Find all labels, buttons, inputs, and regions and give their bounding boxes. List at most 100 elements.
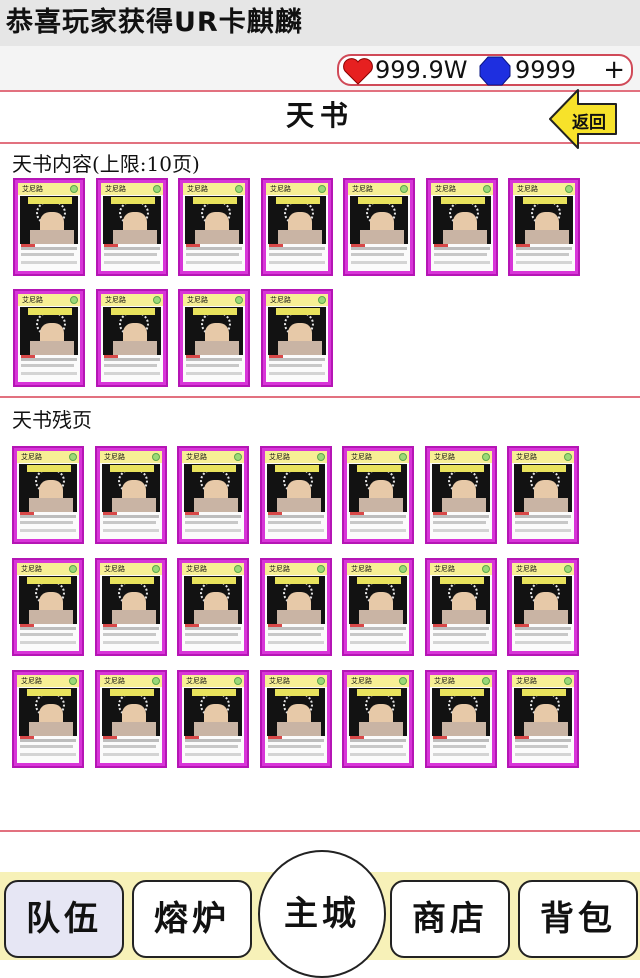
tab-bag[interactable]: 背包 [518,880,638,958]
card-desc-line [103,633,156,636]
card-banner [110,465,154,472]
card-art [349,576,407,624]
tab-shop[interactable]: 商店 [390,880,510,958]
card-stat-line [186,261,242,264]
card-art [514,576,572,624]
card-banner [358,197,402,204]
card-face: 艾尼路 [265,451,327,539]
card-stat-line [20,529,76,532]
card-stat-line [103,753,159,756]
card[interactable]: 艾尼路 [261,178,333,276]
character-robe [195,341,239,355]
card[interactable]: 艾尼路 [425,446,497,544]
card[interactable]: 艾尼路 [12,446,84,544]
element-icon [483,185,491,193]
tab-main-city[interactable]: 主城 [258,850,386,978]
card[interactable]: 艾尼路 [96,178,168,276]
card[interactable]: 艾尼路 [508,178,580,276]
card-banner [440,465,484,472]
card-banner [275,689,319,696]
card[interactable]: 艾尼路 [12,670,84,768]
card[interactable]: 艾尼路 [342,670,414,768]
card-desc-line [21,247,77,250]
card-face: 艾尼路 [347,675,409,763]
card-face: 艾尼路 [100,451,162,539]
character-robe [442,610,486,624]
card-stat-line [104,372,160,375]
card-desc-line [516,247,572,250]
tab-team[interactable]: 队伍 [4,880,124,958]
card[interactable]: 艾尼路 [260,670,332,768]
card-art [19,464,77,512]
card-stat-line [350,641,406,644]
card-banner [193,308,237,315]
element-icon [565,185,573,193]
add-resource-button[interactable]: + [603,56,625,84]
card[interactable]: 艾尼路 [426,178,498,276]
card[interactable]: 艾尼路 [260,558,332,656]
back-label[interactable]: 返回 [572,108,606,133]
card-art [514,464,572,512]
card-banner [522,689,566,696]
card[interactable]: 艾尼路 [95,558,167,656]
card[interactable]: 艾尼路 [425,558,497,656]
card[interactable]: 艾尼路 [507,558,579,656]
card[interactable]: 艾尼路 [13,289,85,387]
card[interactable]: 艾尼路 [178,289,250,387]
card-stat-line [434,261,490,264]
card-face: 艾尼路 [266,183,328,271]
resource-box: 999.9W 9999 + [337,54,633,86]
element-icon [235,296,243,304]
character-robe [277,610,321,624]
card[interactable]: 艾尼路 [177,558,249,656]
card-art [184,688,242,736]
card-desc-line [20,521,73,524]
element-icon [399,677,407,685]
character-robe [524,722,568,736]
section-contents-label: 天书内容(上限:10页) [12,152,200,176]
character-robe [442,722,486,736]
element-icon [400,185,408,193]
card[interactable]: 艾尼路 [342,446,414,544]
card[interactable]: 艾尼路 [260,446,332,544]
card[interactable]: 艾尼路 [261,289,333,387]
card-banner [275,465,319,472]
card[interactable]: 艾尼路 [178,178,250,276]
element-icon [482,453,490,461]
card[interactable]: 艾尼路 [95,446,167,544]
card[interactable]: 艾尼路 [96,289,168,387]
card-desc-line [186,358,242,361]
tab-furnace[interactable]: 熔炉 [132,880,252,958]
character-robe [359,722,403,736]
card-stat-line [516,261,572,264]
card[interactable]: 艾尼路 [177,670,249,768]
element-icon [399,453,407,461]
card-banner [357,465,401,472]
card-desc-line [21,358,77,361]
card[interactable]: 艾尼路 [95,670,167,768]
card-art [432,688,490,736]
card-banner [28,308,72,315]
card[interactable]: 艾尼路 [507,670,579,768]
card[interactable]: 艾尼路 [12,558,84,656]
card[interactable]: 艾尼路 [425,670,497,768]
card[interactable]: 艾尼路 [507,446,579,544]
card-face: 艾尼路 [18,294,80,382]
card-stat-line [269,261,325,264]
page-title: 天书 [285,99,354,132]
card[interactable]: 艾尼路 [177,446,249,544]
card[interactable]: 艾尼路 [13,178,85,276]
card-stat-line [185,641,241,644]
card[interactable]: 艾尼路 [342,558,414,656]
blue-gem-icon [479,56,511,86]
element-icon [235,185,243,193]
character-robe [525,230,569,244]
card-stat-line [515,529,571,532]
card[interactable]: 艾尼路 [343,178,415,276]
card-desc-line [186,253,239,256]
card-face: 艾尼路 [17,563,79,651]
character-robe [29,722,73,736]
element-icon [152,565,160,573]
character-robe [29,610,73,624]
card-face: 艾尼路 [347,451,409,539]
